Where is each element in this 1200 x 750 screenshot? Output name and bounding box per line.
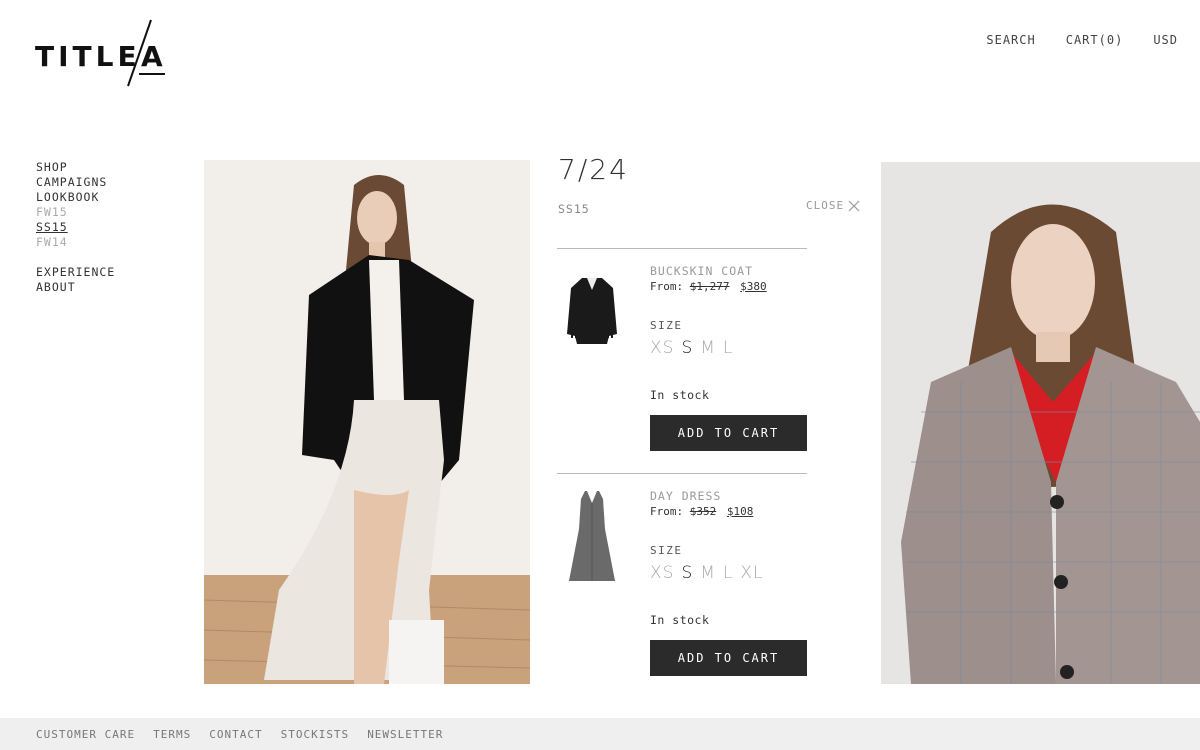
sale-price: $108 xyxy=(726,505,754,518)
nav-campaigns[interactable]: CAMPAIGNS xyxy=(36,175,176,190)
top-nav: SEARCH CART(0) USD xyxy=(986,33,1178,47)
product-info: DAY DRESS From: $352 $108 SIZE XS S M L … xyxy=(650,489,810,676)
nav-about[interactable]: ABOUT xyxy=(36,280,176,295)
cart-link[interactable]: CART(0) xyxy=(1066,33,1124,47)
price-from-label: From: xyxy=(650,505,684,518)
size-option-l[interactable]: L xyxy=(723,338,733,358)
product-name[interactable]: DAY DRESS xyxy=(650,489,810,504)
product-card: DAY DRESS From: $352 $108 SIZE XS S M L … xyxy=(557,489,807,689)
footer-customer-care[interactable]: CUSTOMER CARE xyxy=(36,728,135,741)
nav-fw14[interactable]: FW14 xyxy=(36,235,176,250)
size-option-l[interactable]: L xyxy=(723,563,733,583)
product-divider xyxy=(557,473,807,474)
product-price: From: $352 $108 xyxy=(650,504,810,520)
nav-shop[interactable]: SHOP xyxy=(36,160,176,175)
size-label: SIZE xyxy=(650,319,683,332)
product-thumbnail-jacket[interactable] xyxy=(557,264,627,364)
price-from-label: From: xyxy=(650,280,684,293)
logo-mark: TITLE A xyxy=(35,19,165,87)
currency-selector[interactable]: USD xyxy=(1153,33,1178,47)
size-option-m[interactable]: M xyxy=(700,338,716,358)
product-thumbnail-dress[interactable] xyxy=(557,489,627,589)
close-button[interactable]: CLOSE xyxy=(806,199,860,212)
close-icon xyxy=(848,200,860,211)
size-option-s[interactable]: S xyxy=(681,338,693,358)
size-option-m[interactable]: M xyxy=(700,563,716,583)
dress-thumbnail-icon xyxy=(569,491,615,581)
jacket-thumbnail-icon xyxy=(567,278,617,344)
footer-newsletter[interactable]: NEWSLETTER xyxy=(367,728,443,741)
nav-experience[interactable]: EXPERIENCE xyxy=(36,265,176,280)
product-info: BUCKSKIN COAT From: $1,277 $380 SIZE XS … xyxy=(650,264,810,451)
product-price: From: $1,277 $380 xyxy=(650,279,810,295)
add-to-cart-button[interactable]: ADD TO CART xyxy=(650,415,807,451)
nav-fw15[interactable]: FW15 xyxy=(36,205,176,220)
add-to-cart-button[interactable]: ADD TO CART xyxy=(650,640,807,676)
size-label: SIZE xyxy=(650,544,683,557)
product-divider xyxy=(557,248,807,249)
footer-terms[interactable]: TERMS xyxy=(153,728,191,741)
look-counter: 7/24 xyxy=(558,153,629,186)
svg-text:A: A xyxy=(141,40,163,73)
size-selector: XS S M L XL xyxy=(650,563,810,583)
lookbook-photo-right[interactable] xyxy=(881,162,1200,684)
size-option-xs[interactable]: XS xyxy=(650,338,674,358)
footer: CUSTOMER CARE TERMS CONTACT STOCKISTS NE… xyxy=(0,718,1200,750)
product-name[interactable]: BUCKSKIN COAT xyxy=(650,264,810,279)
sale-price: $380 xyxy=(740,280,767,293)
nav-ss15[interactable]: SS15 xyxy=(36,220,176,235)
search-link[interactable]: SEARCH xyxy=(986,33,1035,47)
svg-text:TITLE: TITLE xyxy=(35,40,141,73)
season-label: SS15 xyxy=(558,202,590,216)
model-portrait-photo xyxy=(881,162,1200,684)
stock-status: In stock xyxy=(650,613,710,627)
product-card: BUCKSKIN COAT From: $1,277 $380 SIZE XS … xyxy=(557,264,807,464)
original-price: $1,277 xyxy=(689,280,730,293)
brand-logo[interactable]: TITLE A xyxy=(35,18,170,88)
side-nav: SHOP CAMPAIGNS LOOKBOOK FW15 SS15 FW14 E… xyxy=(36,160,176,295)
footer-stockists[interactable]: STOCKISTS xyxy=(281,728,350,741)
size-option-xl[interactable]: XL xyxy=(740,563,763,583)
model-seated-photo xyxy=(204,160,530,684)
size-option-s[interactable]: S xyxy=(681,563,693,583)
original-price: $352 xyxy=(689,505,717,518)
lookbook-photo-left[interactable] xyxy=(204,160,530,684)
nav-lookbook[interactable]: LOOKBOOK xyxy=(36,190,176,205)
footer-contact[interactable]: CONTACT xyxy=(209,728,262,741)
close-label: CLOSE xyxy=(806,199,845,212)
stock-status: In stock xyxy=(650,388,710,402)
size-option-xs[interactable]: XS xyxy=(650,563,674,583)
size-selector: XS S M L xyxy=(650,338,810,358)
